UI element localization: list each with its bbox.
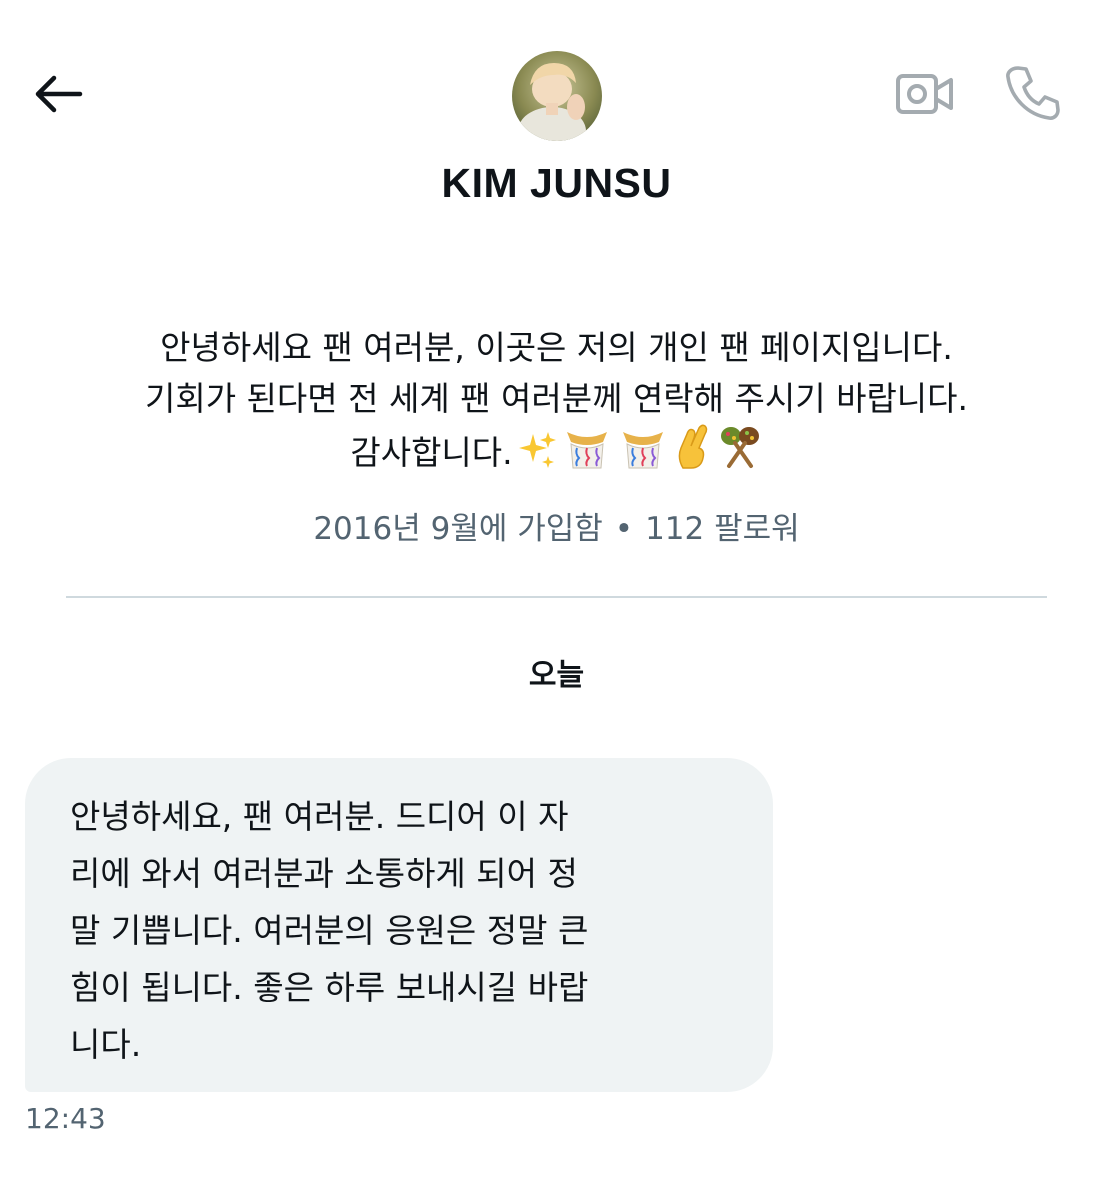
message-line: 리에 와서 여러분과 소통하게 되어 정 — [70, 854, 578, 893]
video-call-button[interactable] — [893, 68, 957, 124]
followers-count[interactable]: 112 팔로워 — [645, 511, 800, 547]
voice-call-button[interactable] — [1001, 64, 1065, 126]
sparkles-icon — [517, 430, 557, 484]
joined-date: 2016년 9월에 가입함 — [313, 511, 603, 547]
message-line: 안녕하세요, 팬 여러분. 드디어 이 자 — [70, 797, 569, 836]
profile-name: KIM JUNSU — [441, 160, 672, 206]
profile-meta: 2016년 9월에 가입함 • 112 팔로워 — [0, 503, 1113, 548]
crossed-fingers-icon — [673, 424, 713, 484]
date-separator: 오늘 — [528, 658, 585, 693]
meta-separator: • — [614, 511, 634, 547]
bio-line: 안녕하세요 팬 여러분, 이곳은 저의 개인 팬 페이지입니다. — [160, 328, 953, 367]
bio-text: 감사합니다. — [350, 433, 513, 472]
bio-line: 기회가 된다면 전 세계 팬 여러분께 연락해 주시기 바랍니다. — [144, 379, 969, 418]
confetti-ball-icon — [561, 426, 613, 484]
profile-bio: 안녕하세요 팬 여러분, 이곳은 저의 개인 팬 페이지입니다. 기회가 된다면… — [40, 322, 1073, 484]
message-bubble[interactable]: 안녕하세요, 팬 여러분. 드디어 이 자 리에 와서 여러분과 소통하게 되어… — [25, 758, 773, 1092]
back-button[interactable] — [28, 70, 88, 122]
message-timestamp: 12:43 — [25, 1102, 106, 1135]
avatar[interactable] — [512, 51, 602, 141]
confetti-ball-icon — [617, 426, 669, 484]
divider — [66, 596, 1047, 598]
maracas-icon — [717, 424, 763, 484]
video-camera-icon — [895, 70, 955, 122]
message-line: 니다. — [70, 1025, 142, 1064]
arrow-left-icon — [32, 74, 84, 118]
phone-icon — [1004, 64, 1062, 126]
message-line: 말 기쁩니다. 여러분의 응원은 정말 큰 — [70, 911, 589, 950]
message-line: 힘이 됩니다. 좋은 하루 보내시길 바랍 — [70, 968, 589, 1007]
bio-line-last: 감사합니다. — [40, 424, 1073, 484]
